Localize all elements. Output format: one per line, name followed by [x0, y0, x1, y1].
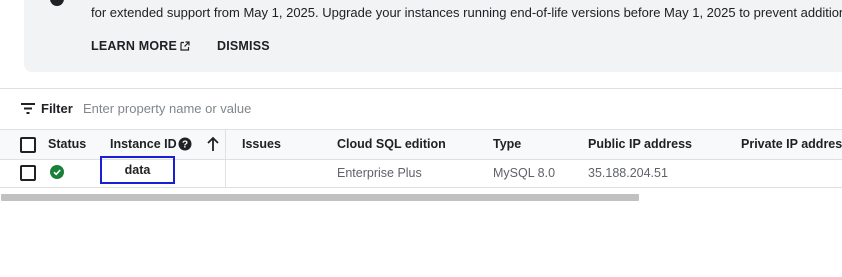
- filter-list-icon: [21, 103, 35, 114]
- instance-id-text: data: [124, 163, 151, 177]
- learn-more-label: LEARN MORE: [91, 39, 178, 53]
- row-select-checkbox[interactable]: [20, 165, 36, 181]
- column-header-status[interactable]: Status: [48, 137, 86, 151]
- eol-notice-banner: for extended support from May 1, 2025. U…: [24, 0, 842, 72]
- filter-label: Filter: [41, 101, 73, 116]
- cell-type: MySQL 8.0: [493, 166, 556, 180]
- select-all-checkbox[interactable]: [20, 137, 36, 153]
- column-header-edition[interactable]: Cloud SQL edition: [337, 137, 446, 151]
- column-divider[interactable]: [225, 130, 226, 159]
- svg-text:?: ?: [182, 140, 188, 151]
- check-circle-icon: [50, 165, 64, 179]
- column-header-instance-id[interactable]: Instance ID: [110, 137, 177, 151]
- filter-bar: Filter: [0, 89, 842, 128]
- column-header-public-ip[interactable]: Public IP address: [588, 137, 692, 151]
- external-link-icon: [180, 41, 190, 51]
- arrow-upward-icon[interactable]: [206, 136, 220, 152]
- banner-message: for extended support from May 1, 2025. U…: [91, 5, 842, 20]
- column-header-type[interactable]: Type: [493, 137, 521, 151]
- scrollbar-thumb[interactable]: [1, 194, 639, 201]
- cell-edition: Enterprise Plus: [337, 166, 422, 180]
- table-row[interactable]: data Enterprise Plus MySQL 8.0 35.188.20…: [0, 156, 842, 188]
- instance-id-link[interactable]: data: [100, 156, 175, 184]
- help-icon[interactable]: ?: [178, 137, 192, 151]
- info-icon: [50, 0, 64, 6]
- column-divider: [225, 159, 226, 187]
- dismiss-button[interactable]: DISMISS: [217, 38, 270, 54]
- filter-input[interactable]: [83, 98, 383, 118]
- cell-public-ip: 35.188.204.51: [588, 166, 668, 180]
- column-header-private-ip[interactable]: Private IP address: [741, 137, 842, 151]
- column-header-issues[interactable]: Issues: [242, 137, 281, 151]
- learn-more-link[interactable]: LEARN MORE: [91, 38, 190, 54]
